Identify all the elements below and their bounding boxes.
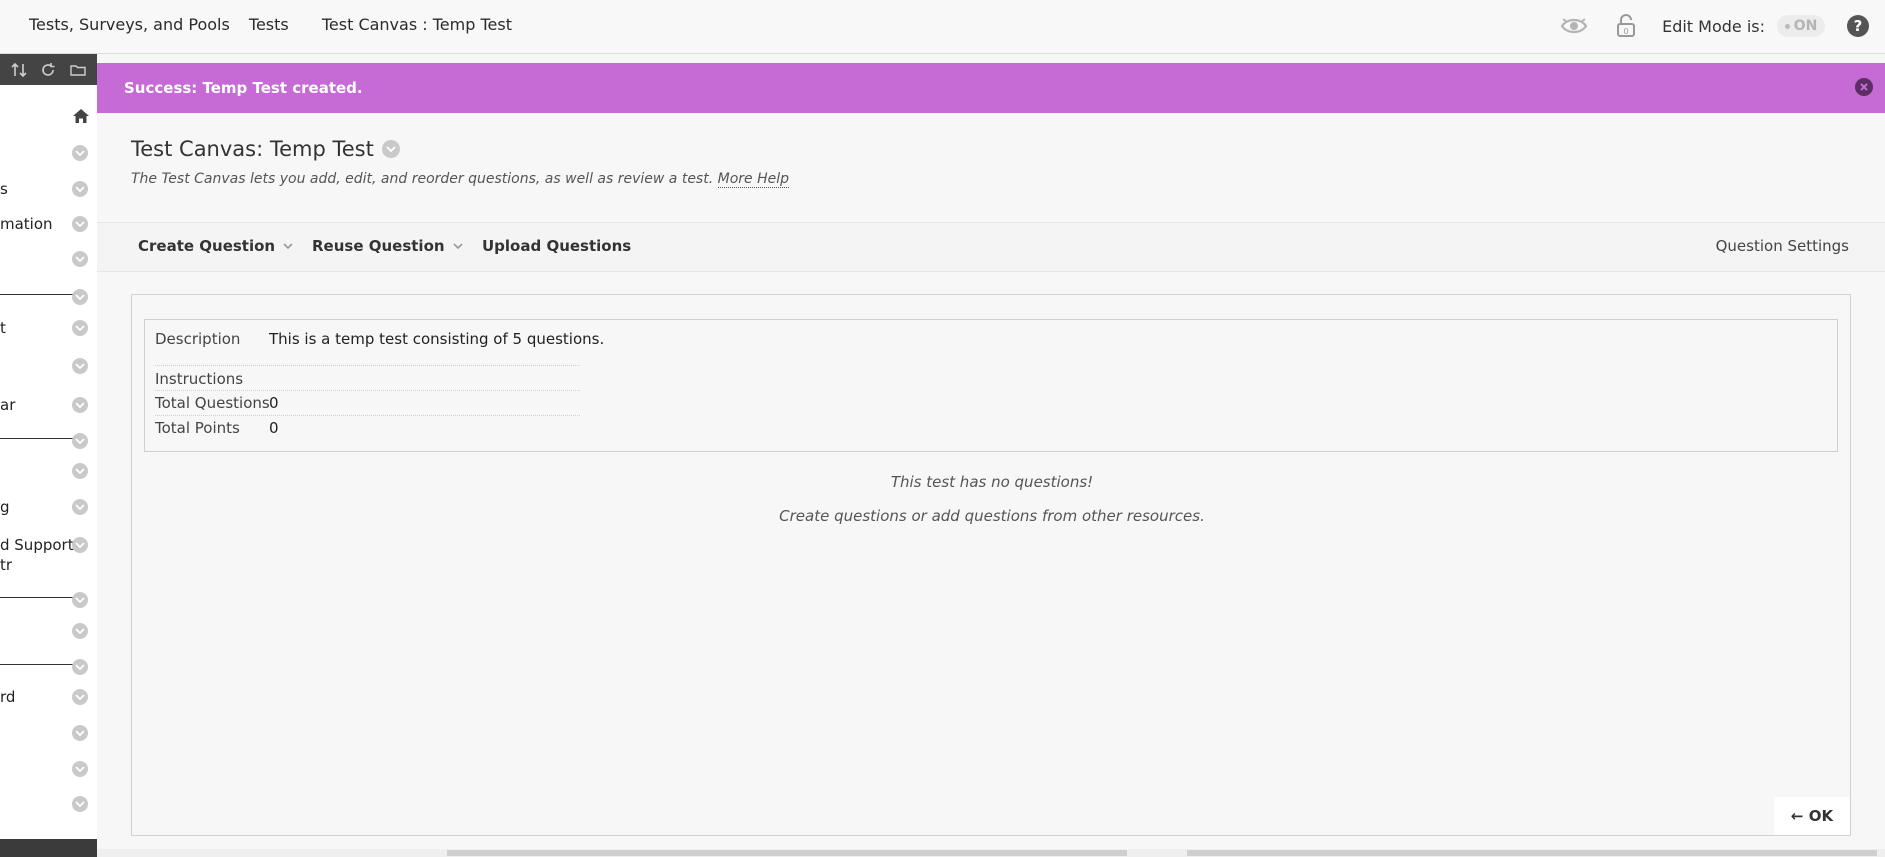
folder-icon[interactable] xyxy=(70,62,86,78)
page-description: The Test Canvas lets you add, edit, and … xyxy=(131,171,790,188)
toggle-dot xyxy=(1784,23,1790,29)
menu-item[interactable] xyxy=(0,589,97,611)
chevron-down-icon[interactable] xyxy=(72,181,88,197)
empty-state-hint: Create questions or add questions from o… xyxy=(779,507,1205,525)
menu-item[interactable]: mation xyxy=(0,213,97,235)
menu-item[interactable] xyxy=(0,758,97,780)
menu-item[interactable] xyxy=(0,793,97,815)
chevron-down-icon[interactable] xyxy=(72,358,88,374)
chevron-down-icon xyxy=(283,243,293,249)
chevron-down-icon[interactable] xyxy=(72,796,88,812)
svg-text:0: 0 xyxy=(1624,27,1629,36)
horizontal-scrollbar[interactable] xyxy=(97,849,1885,857)
menu-item[interactable]: g xyxy=(0,496,97,518)
reuse-question-button[interactable]: Reuse Question xyxy=(312,237,463,255)
close-icon[interactable] xyxy=(1855,78,1873,96)
success-message: Success: Temp Test created. xyxy=(124,79,363,97)
chevron-down-icon[interactable] xyxy=(72,216,88,232)
menu-item[interactable] xyxy=(0,620,97,642)
lock-icon[interactable]: 0 xyxy=(1610,10,1642,42)
chevron-down-icon[interactable] xyxy=(72,761,88,777)
chevron-down-icon[interactable] xyxy=(72,397,88,413)
chevron-down-icon[interactable] xyxy=(72,251,88,267)
scrollbar-track-segment xyxy=(1187,850,1877,856)
student-preview-icon[interactable] xyxy=(1558,10,1590,42)
reorder-icon[interactable] xyxy=(11,62,27,78)
page-header: Test Canvas: Temp Test The Test Canvas l… xyxy=(131,137,790,188)
page-title-text: Test Canvas: Temp Test xyxy=(131,137,374,161)
refresh-icon[interactable] xyxy=(40,62,56,78)
upload-questions-button[interactable]: Upload Questions xyxy=(482,237,631,255)
breadcrumb: Tests, Surveys, and Pools Tests Test Can… xyxy=(29,15,526,34)
chevron-down-icon[interactable] xyxy=(72,725,88,741)
test-info-box: Description This is a temp test consisti… xyxy=(144,319,1838,452)
breadcrumb-item-tests[interactable]: Tests xyxy=(249,15,289,34)
home-icon[interactable] xyxy=(72,108,90,128)
edit-mode-label: Edit Mode is: xyxy=(1662,16,1765,36)
create-question-button[interactable]: Create Question xyxy=(138,237,293,255)
chevron-down-icon[interactable] xyxy=(72,289,88,305)
chevron-down-icon[interactable] xyxy=(72,145,88,161)
test-info-row-description: Description This is a temp test consisti… xyxy=(155,330,605,348)
edit-mode-toggle[interactable]: ON xyxy=(1777,15,1825,37)
menu-item[interactable] xyxy=(0,460,97,482)
success-banner: Success: Temp Test created. xyxy=(97,63,1885,113)
menu-item[interactable] xyxy=(0,355,97,377)
chevron-down-icon[interactable] xyxy=(72,433,88,449)
question-settings-button[interactable]: Question Settings xyxy=(1716,237,1849,255)
more-help-link[interactable]: More Help xyxy=(717,171,790,188)
course-menu-toolbar xyxy=(0,54,97,85)
menu-item[interactable]: ar xyxy=(0,394,97,416)
test-info-row-total-questions: Total Questions 0 xyxy=(155,390,580,414)
menu-item[interactable] xyxy=(0,248,97,270)
help-icon[interactable]: ? xyxy=(1847,15,1869,37)
menu-item[interactable]: rd xyxy=(0,686,97,708)
edit-mode-value: ON xyxy=(1793,18,1818,34)
chevron-down-icon[interactable] xyxy=(381,140,400,158)
chevron-down-icon[interactable] xyxy=(72,537,88,553)
action-bar: Create Question Reuse Question Upload Qu… xyxy=(97,222,1885,272)
chevron-down-icon xyxy=(452,243,463,249)
empty-state-title: This test has no questions! xyxy=(890,473,1094,491)
test-info-row-total-points: Total Points 0 xyxy=(155,415,580,439)
top-bar: Tests, Surveys, and Pools Tests Test Can… xyxy=(0,0,1885,54)
page-description-text: The Test Canvas lets you add, edit, and … xyxy=(131,171,714,187)
page-title: Test Canvas: Temp Test xyxy=(131,137,789,161)
menu-item[interactable] xyxy=(0,656,97,678)
ok-button[interactable]: ← OK xyxy=(1774,797,1850,835)
breadcrumb-item-current: Test Canvas : Temp Test xyxy=(321,15,512,34)
course-menu: s mation t ar g d Support tr rd xyxy=(0,54,97,857)
chevron-down-icon[interactable] xyxy=(72,592,88,608)
menu-item[interactable]: d Support xyxy=(0,534,97,556)
chevron-down-icon[interactable] xyxy=(72,689,88,705)
menu-item[interactable] xyxy=(0,430,97,452)
chevron-down-icon[interactable] xyxy=(72,623,88,639)
chevron-down-icon[interactable] xyxy=(72,320,88,336)
breadcrumb-item-tests-surveys-pools[interactable]: Tests, Surveys, and Pools xyxy=(29,15,230,34)
top-right-tools: 0 Edit Mode is: ON ? xyxy=(1558,10,1869,42)
menu-item[interactable]: s xyxy=(0,178,97,200)
main-content: Success: Temp Test created. Test Canvas:… xyxy=(97,54,1885,857)
course-menu-footer xyxy=(0,839,97,857)
test-canvas-panel: Description This is a temp test consisti… xyxy=(131,294,1851,836)
menu-item[interactable] xyxy=(0,722,97,744)
menu-item[interactable] xyxy=(0,286,97,308)
chevron-down-icon[interactable] xyxy=(72,499,88,515)
menu-item[interactable]: t xyxy=(0,317,97,339)
chevron-down-icon[interactable] xyxy=(72,659,88,675)
chevron-down-icon[interactable] xyxy=(72,463,88,479)
scrollbar-thumb[interactable] xyxy=(447,850,1127,856)
menu-item[interactable] xyxy=(0,142,97,164)
test-info-row-instructions: Instructions xyxy=(155,365,580,389)
menu-item-continued: tr xyxy=(0,556,13,574)
